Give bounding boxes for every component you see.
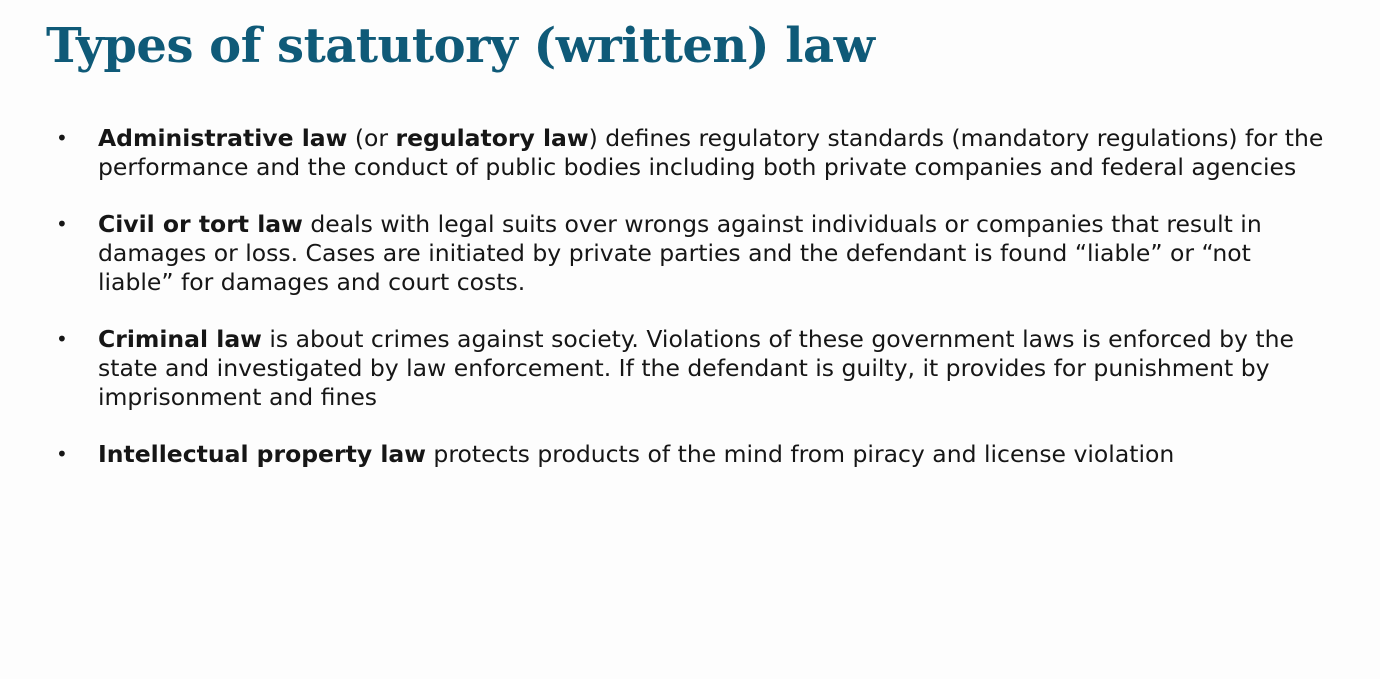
bullet-term: Intellectual property law xyxy=(98,440,426,468)
bullet-term: Criminal law xyxy=(98,325,262,353)
bullet-item: • Civil or tort law deals with legal suit… xyxy=(0,210,1380,297)
bullet-item: • Intellectual property law protects prod… xyxy=(0,440,1380,469)
bullet-text: is about crimes against society. Violati… xyxy=(98,325,1294,411)
bullet-term: Civil or tort law xyxy=(98,210,303,238)
slide: Types of statutory (written) law • Admini… xyxy=(0,0,1380,679)
bullet-term: Administrative law xyxy=(98,124,348,152)
bullet-marker: • xyxy=(56,442,68,466)
bullet-item: • Administrative law (or regulatory law) … xyxy=(0,124,1380,182)
bullet-list: • Administrative law (or regulatory law) … xyxy=(0,124,1380,497)
bullet-marker: • xyxy=(56,212,68,236)
bullet-item: • Criminal law is about crimes against so… xyxy=(0,325,1380,412)
slide-title: Types of statutory (written) law xyxy=(46,18,875,74)
bullet-term: regulatory law xyxy=(395,124,589,152)
bullet-text: protects products of the mind from pirac… xyxy=(425,440,1175,468)
bullet-marker: • xyxy=(56,327,68,351)
bullet-text: (or xyxy=(347,124,396,152)
bullet-marker: • xyxy=(56,126,68,150)
